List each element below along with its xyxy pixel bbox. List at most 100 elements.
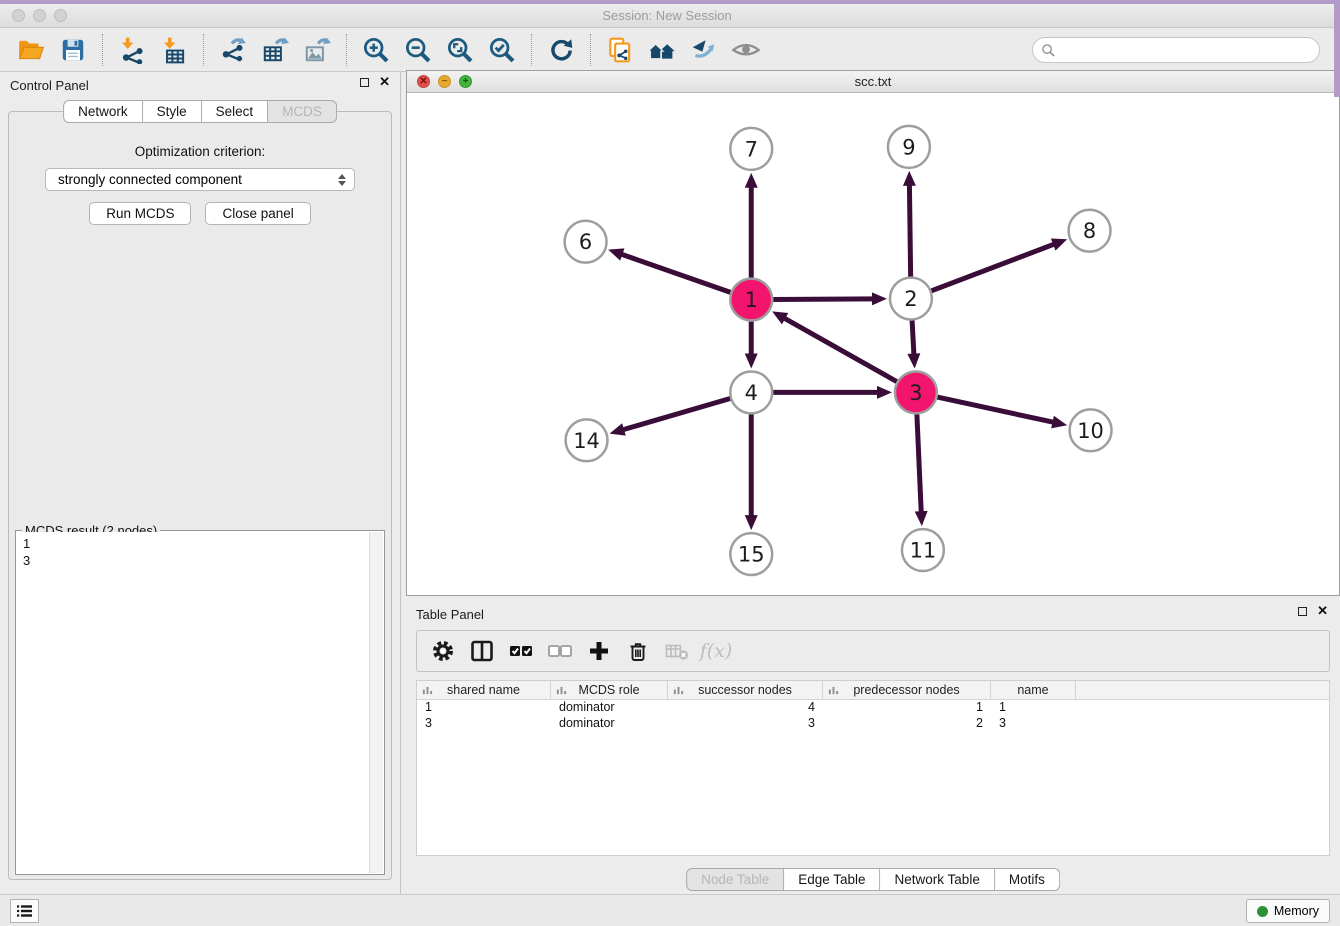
- zoom-selected-icon[interactable]: [487, 35, 517, 65]
- cell-predecessor-nodes[interactable]: 1: [823, 700, 991, 716]
- network-canvas[interactable]: 1234678910111415: [407, 93, 1339, 595]
- cell-successor-nodes[interactable]: 4: [668, 700, 823, 716]
- float-table-panel-icon[interactable]: [1298, 607, 1307, 616]
- mcds-result-list[interactable]: 1 3: [17, 532, 369, 873]
- column-header-mcds-role[interactable]: MCDS role: [551, 681, 668, 699]
- memory-button[interactable]: Memory: [1246, 899, 1330, 923]
- duplicate-network-icon[interactable]: [605, 35, 635, 65]
- graph-edge-1-2[interactable]: [773, 299, 874, 300]
- graph-node-label: 1: [745, 288, 758, 312]
- import-table-icon[interactable]: [159, 35, 189, 65]
- graph-edge-arrow: [745, 173, 758, 188]
- graph-edge-2-3[interactable]: [912, 321, 914, 356]
- title-bar: Session: New Session: [0, 4, 1334, 28]
- tab-network-table[interactable]: Network Table: [881, 868, 995, 891]
- zoom-fit-icon[interactable]: [445, 35, 475, 65]
- cell-shared-name[interactable]: 1: [417, 700, 551, 716]
- export-network-icon[interactable]: [218, 35, 248, 65]
- import-network-icon[interactable]: [117, 35, 147, 65]
- search-box[interactable]: [1032, 37, 1320, 63]
- close-panel-button[interactable]: Close panel: [205, 202, 310, 225]
- cell-name[interactable]: 1: [991, 700, 1076, 716]
- tab-mcds[interactable]: MCDS: [268, 100, 337, 123]
- graph-edge-arrow: [608, 248, 624, 260]
- network-graph[interactable]: 1234678910111415: [407, 93, 1339, 595]
- deselect-all-icon[interactable]: [546, 637, 574, 665]
- toolbar-divider: [590, 34, 591, 66]
- graph-edge-3-10[interactable]: [937, 397, 1054, 422]
- task-history-button[interactable]: [10, 899, 39, 923]
- column-layout-icon[interactable]: [468, 637, 496, 665]
- apply-function-icon: f(x): [702, 637, 730, 665]
- graph-edge-arrow: [745, 353, 758, 368]
- add-column-icon[interactable]: [585, 637, 613, 665]
- graph-edge-arrow: [903, 171, 916, 186]
- cell-successor-nodes[interactable]: 3: [668, 716, 823, 732]
- float-panel-icon[interactable]: [360, 78, 369, 87]
- save-session-icon[interactable]: [58, 35, 88, 65]
- column-header-shared-name[interactable]: shared name: [417, 681, 551, 699]
- cell-mcds-role[interactable]: dominator: [551, 716, 668, 732]
- network-window-titlebar[interactable]: ✕ − + scc.txt: [407, 71, 1339, 93]
- column-header-successor-nodes[interactable]: successor nodes: [668, 681, 823, 699]
- open-session-icon[interactable]: [16, 35, 46, 65]
- zoom-out-icon[interactable]: [403, 35, 433, 65]
- graph-node-label: 11: [910, 539, 937, 563]
- result-line: 3: [23, 552, 363, 569]
- result-scrollbar[interactable]: [369, 532, 383, 873]
- refresh-view-icon[interactable]: [546, 35, 576, 65]
- memory-label: Memory: [1274, 904, 1319, 918]
- graph-edge-2-8[interactable]: [931, 244, 1055, 291]
- desktop: Session: New Session: [0, 0, 1340, 926]
- graph-edge-4-14[interactable]: [622, 399, 730, 430]
- close-table-panel-icon[interactable]: ✕: [1317, 606, 1328, 616]
- optimization-criterion-select[interactable]: strongly connected component: [45, 168, 355, 191]
- export-image-icon[interactable]: [302, 35, 332, 65]
- tab-edge-table[interactable]: Edge Table: [784, 868, 880, 891]
- list-icon: [17, 904, 33, 918]
- graph-node-label: 8: [1083, 219, 1096, 243]
- graph-edge-arrow: [610, 423, 626, 435]
- first-neighbors-icon[interactable]: [647, 35, 677, 65]
- show-all-icon[interactable]: [731, 35, 761, 65]
- select-all-icon[interactable]: [507, 637, 535, 665]
- graph-node-label: 6: [579, 230, 592, 254]
- column-header-predecessor-nodes[interactable]: predecessor nodes: [823, 681, 991, 699]
- graph-edge-3-11[interactable]: [917, 414, 921, 513]
- export-table-icon[interactable]: [260, 35, 290, 65]
- run-mcds-button[interactable]: Run MCDS: [89, 202, 191, 225]
- graph-node-label: 15: [738, 543, 765, 567]
- search-input[interactable]: [1060, 43, 1311, 58]
- network-view-window: ✕ − + scc.txt 1234678910111415: [406, 70, 1340, 596]
- zoom-in-icon[interactable]: [361, 35, 391, 65]
- desktop-background: [1334, 0, 1340, 97]
- graph-edge-2-9[interactable]: [909, 184, 910, 277]
- table-row[interactable]: 3 dominator 3 2 3: [417, 716, 1329, 732]
- tab-network[interactable]: Network: [63, 100, 143, 123]
- table-row[interactable]: 1 dominator 4 1 1: [417, 700, 1329, 716]
- tab-select[interactable]: Select: [202, 100, 269, 123]
- delete-column-icon[interactable]: [624, 637, 652, 665]
- tab-node-table[interactable]: Node Table: [686, 868, 784, 891]
- column-header-name[interactable]: name: [991, 681, 1076, 699]
- cell-name[interactable]: 3: [991, 716, 1076, 732]
- graph-edge-arrow: [872, 292, 887, 305]
- cell-mcds-role[interactable]: dominator: [551, 700, 668, 716]
- main-toolbar: [0, 28, 1334, 72]
- tab-motifs[interactable]: Motifs: [995, 868, 1060, 891]
- graph-node-label: 3: [909, 381, 922, 405]
- hide-selected-icon[interactable]: [689, 35, 719, 65]
- table-panel-header: Table Panel ✕: [406, 601, 1340, 627]
- control-panel: Control Panel ✕ Network Style Select MCD…: [0, 72, 401, 894]
- settings-icon[interactable]: [429, 637, 457, 665]
- fx-label: f(x): [700, 640, 733, 662]
- close-panel-icon[interactable]: ✕: [379, 77, 390, 87]
- cell-shared-name[interactable]: 3: [417, 716, 551, 732]
- cell-predecessor-nodes[interactable]: 2: [823, 716, 991, 732]
- optimization-criterion-label: Optimization criterion:: [9, 144, 391, 159]
- graph-edge-1-6[interactable]: [620, 254, 730, 292]
- graph-edge-3-1[interactable]: [783, 318, 896, 382]
- tab-style[interactable]: Style: [143, 100, 202, 123]
- mcds-tab-panel: Optimization criterion: strongly connect…: [8, 111, 392, 880]
- graph-node-label: 7: [745, 137, 758, 161]
